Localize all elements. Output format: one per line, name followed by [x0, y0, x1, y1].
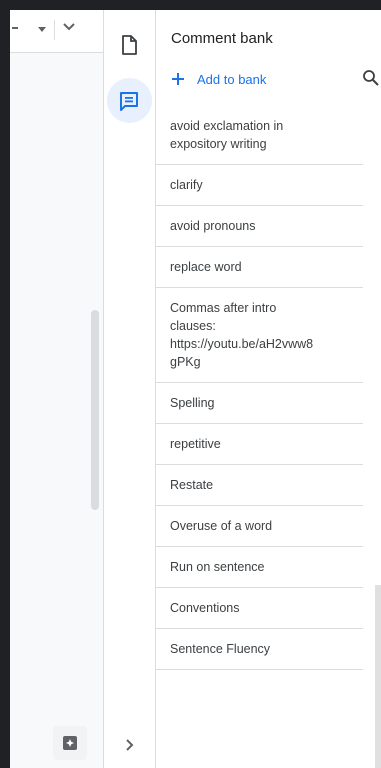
comment-item[interactable]: Conventions [156, 588, 363, 629]
add-to-bank-button[interactable]: Add to bank [171, 69, 266, 89]
explore-icon [63, 736, 77, 750]
comment-item[interactable]: Commas after intro clauses: https://yout… [156, 288, 363, 383]
comment-item[interactable]: replace word [156, 247, 363, 288]
toolbar-divider [54, 20, 55, 40]
window-top-bar [0, 0, 381, 10]
comment-item[interactable]: avoid exclamation in expository writing [156, 107, 363, 165]
document-area [10, 10, 103, 768]
panel-title: Comment bank [171, 30, 273, 47]
chevron-down-icon[interactable] [62, 20, 76, 34]
panel-scrollbar[interactable] [375, 585, 381, 768]
search-icon[interactable] [362, 69, 380, 87]
add-to-bank-label: Add to bank [197, 71, 267, 87]
comment-item[interactable]: clarify [156, 165, 363, 206]
document-toolbar [10, 10, 103, 53]
comment-item[interactable]: Restate [156, 465, 363, 506]
explore-button[interactable] [53, 726, 87, 760]
comment-item[interactable]: Spelling [156, 383, 363, 424]
comment-item[interactable]: avoid pronouns [156, 206, 363, 247]
comment-bank-panel: Comment bank Add to bank avoid exclamati… [156, 10, 381, 768]
toolbar-dash-icon [12, 27, 18, 29]
dropdown-caret-icon[interactable] [38, 27, 46, 32]
side-icon-rail [103, 10, 156, 768]
document-scrollbar[interactable] [91, 310, 99, 510]
plus-icon [172, 73, 184, 85]
document-icon[interactable] [118, 34, 140, 56]
comment-item[interactable]: Overuse of a word [156, 506, 363, 547]
comment-item[interactable]: repetitive [156, 424, 363, 465]
comment-item[interactable]: Sentence Fluency [156, 629, 363, 670]
comment-icon[interactable] [118, 90, 140, 112]
comment-item[interactable]: Run on sentence [156, 547, 363, 588]
window-left-edge [0, 10, 10, 768]
comment-list: avoid exclamation in expository writing … [156, 107, 364, 670]
chevron-right-icon[interactable] [122, 738, 136, 752]
